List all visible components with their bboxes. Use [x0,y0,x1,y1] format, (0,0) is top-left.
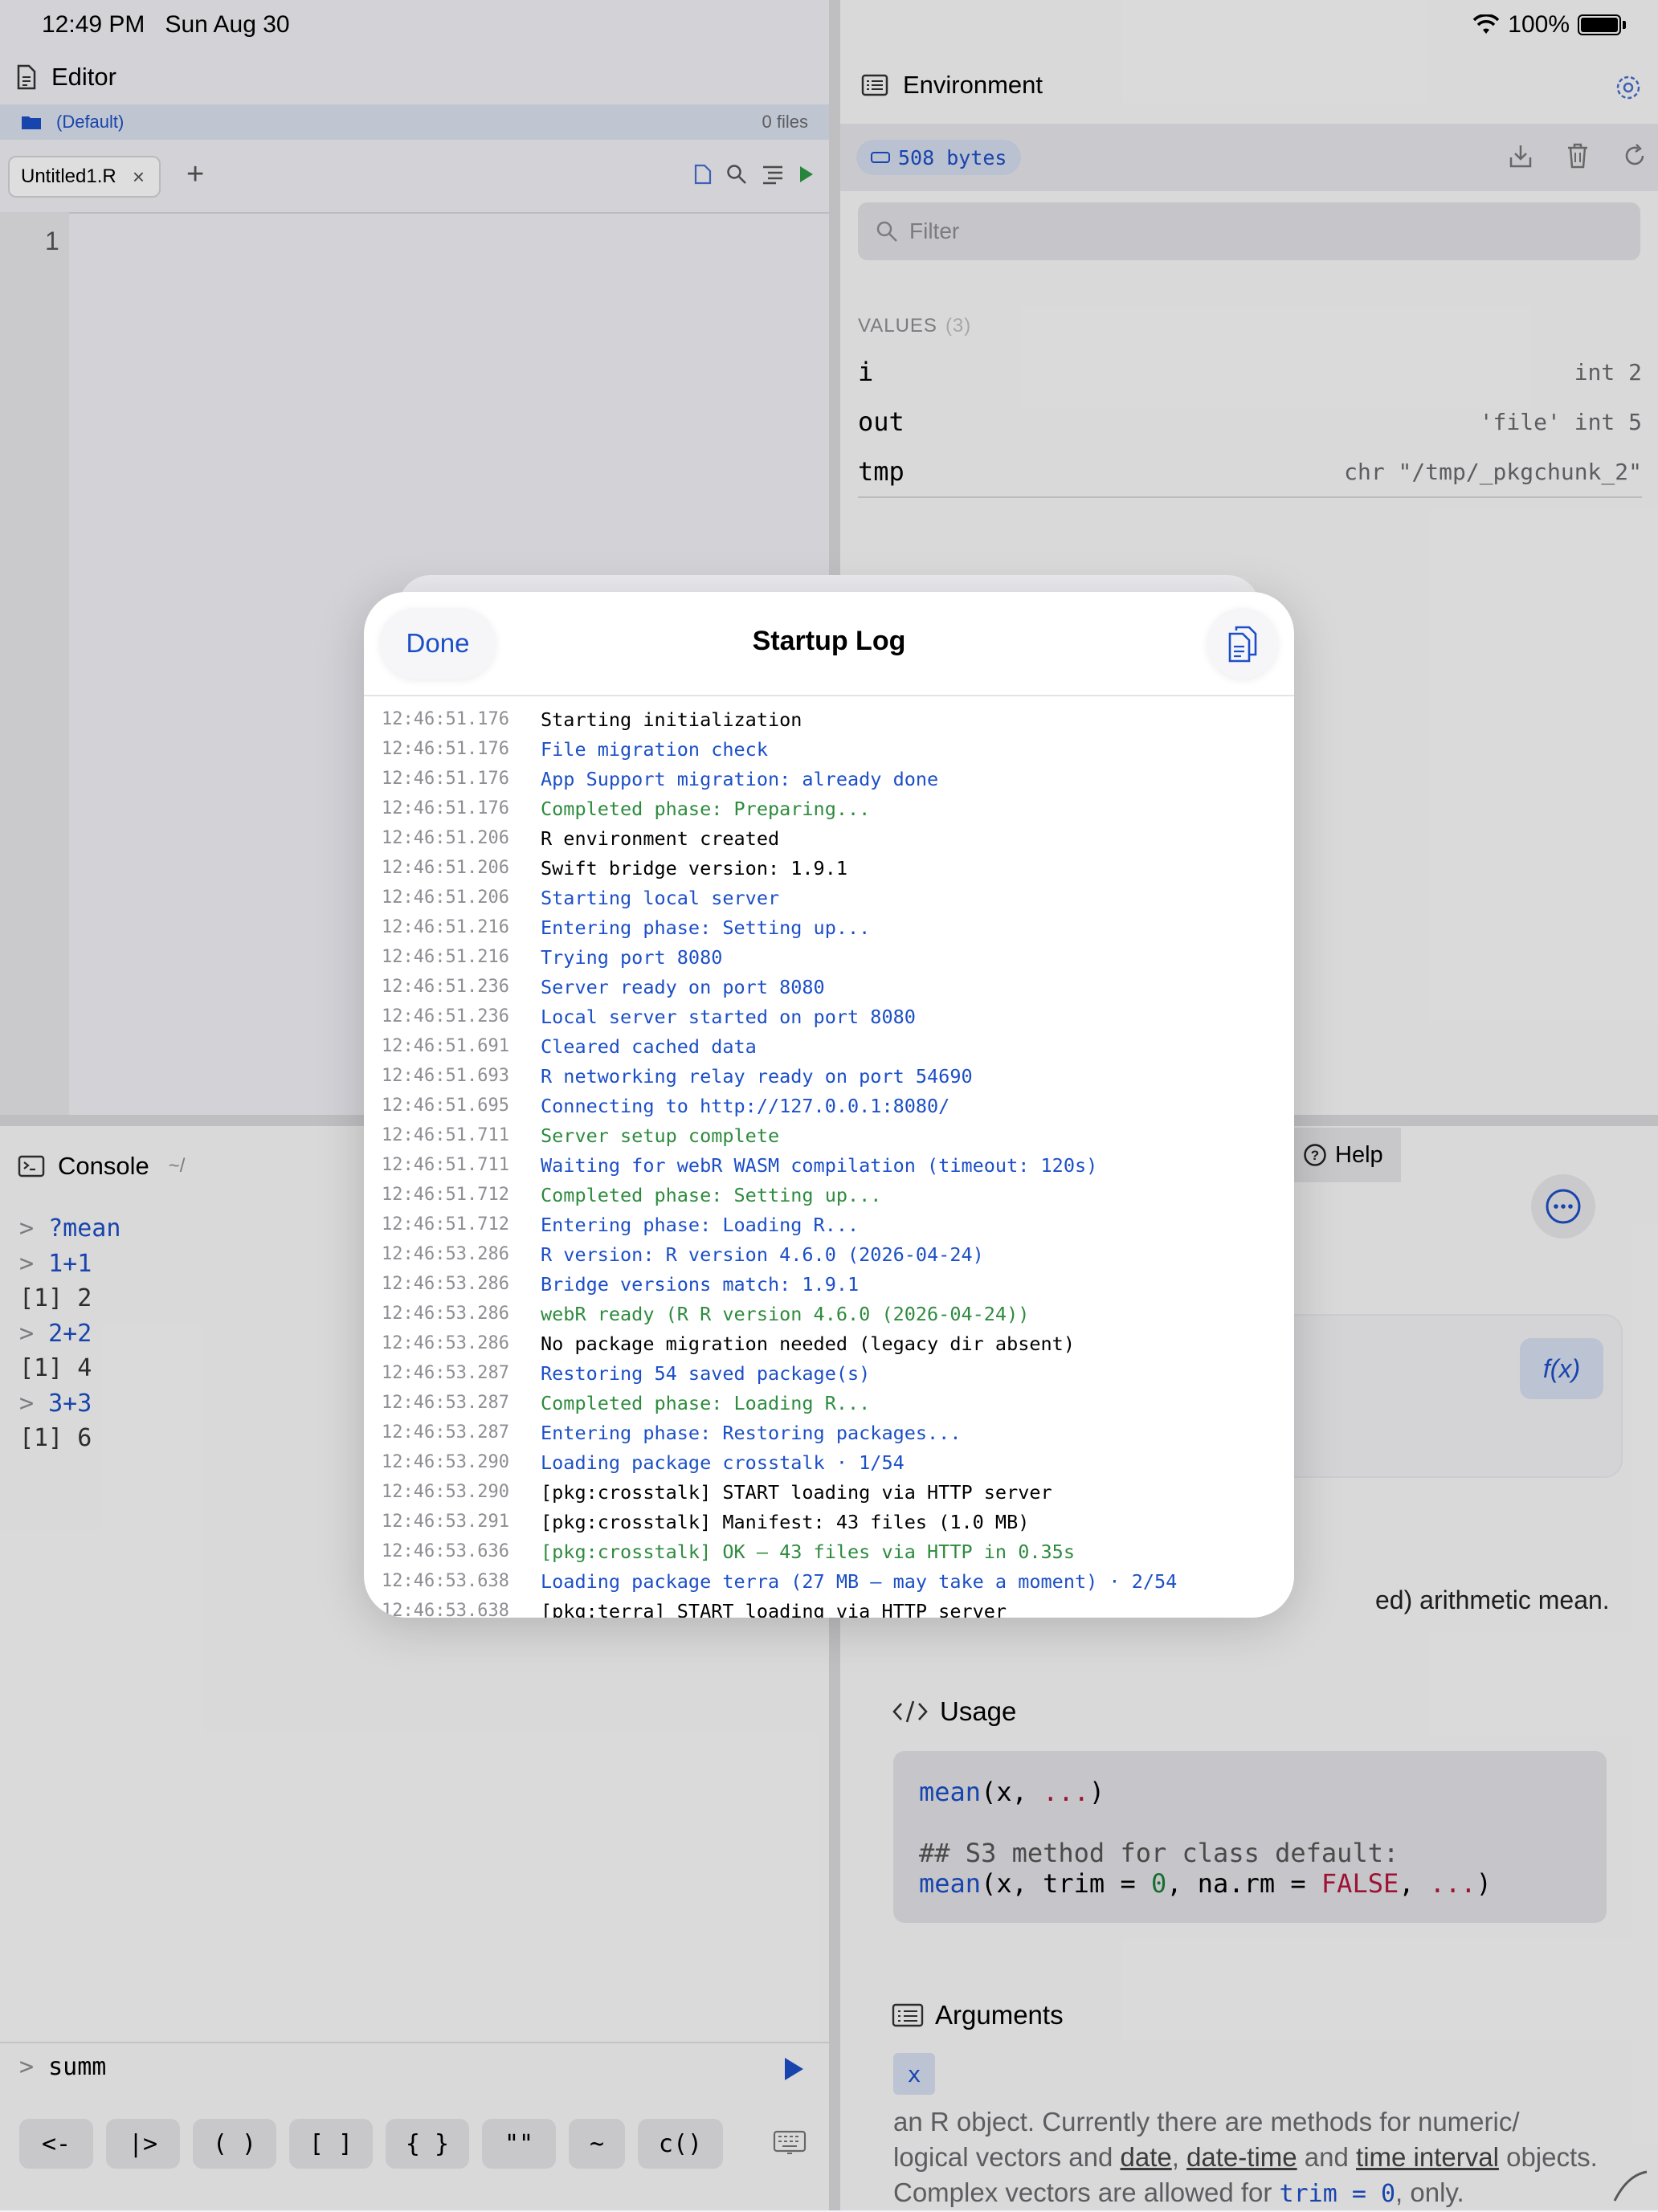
log-message: Server ready on port 8080 [541,975,825,998]
log-row: 12:46:51.216 Trying port 8080 [364,942,1294,972]
log-message: Server setup complete [541,1124,780,1147]
log-timestamp: 12:46:51.712 [382,1185,509,1205]
log-row: 12:46:53.287 Completed phase: Loading R..… [364,1388,1294,1418]
log-message: Starting local server [541,886,780,909]
log-row: 12:46:53.291 [pkg:crosstalk] Manifest: 43… [364,1507,1294,1537]
log-row: 12:46:53.638 [pkg:terra] START loading vi… [364,1596,1294,1618]
log-timestamp: 12:46:51.176 [382,739,509,759]
log-timestamp: 12:46:51.693 [382,1066,509,1086]
log-message: Starting initialization [541,708,802,731]
log-message: No package migration needed (legacy dir … [541,1332,1075,1355]
log-message: Connecting to http://127.0.0.1:8080/ [541,1094,950,1117]
log-row: 12:46:51.695 Connecting to http://127.0.0… [364,1091,1294,1120]
log-timestamp: 12:46:51.176 [382,769,509,789]
log-row: 12:46:53.290 Loading package crosstalk · … [364,1447,1294,1477]
log-row: 12:46:51.693 R networking relay ready on … [364,1061,1294,1091]
log-row: 12:46:51.712 Entering phase: Loading R... [364,1210,1294,1239]
log-timestamp: 12:46:53.638 [382,1601,509,1618]
startup-log-sheet: Done Startup Log 12:46:51.176 Starting in… [364,592,1294,1618]
log-row: 12:46:51.711 Waiting for webR WASM compil… [364,1150,1294,1180]
log-timestamp: 12:46:51.206 [382,858,509,878]
log-list: 12:46:51.176 Starting initialization 12:46… [364,704,1294,1618]
log-message: Entering phase: Restoring packages... [541,1421,962,1444]
log-row: 12:46:53.287 Entering phase: Restoring pa… [364,1418,1294,1447]
log-row: 12:46:51.712 Completed phase: Setting up.… [364,1180,1294,1210]
log-message: R version: R version 4.6.0 (2026-04-24) [541,1243,984,1266]
copy-icon [1227,624,1259,663]
log-message: Completed phase: Loading R... [541,1391,871,1414]
log-timestamp: 12:46:53.286 [382,1333,509,1353]
log-timestamp: 12:46:51.176 [382,709,509,729]
log-row: 12:46:53.286 No package migration needed … [364,1328,1294,1358]
log-row: 12:46:51.236 Server ready on port 8080 [364,972,1294,1002]
log-timestamp: 12:46:53.638 [382,1571,509,1591]
log-message: [pkg:terra] START loading via HTTP serve… [541,1599,1007,1618]
log-row: 12:46:53.287 Restoring 54 saved package(s… [364,1358,1294,1388]
log-message: Restoring 54 saved package(s) [541,1361,871,1385]
log-message: Cleared cached data [541,1035,757,1058]
log-timestamp: 12:46:53.286 [382,1304,509,1324]
log-message: Entering phase: Setting up... [541,916,871,939]
log-row: 12:46:51.176 Completed phase: Preparing..… [364,794,1294,823]
copy-button[interactable] [1207,608,1278,679]
log-message: Bridge versions match: 1.9.1 [541,1272,860,1296]
log-timestamp: 12:46:51.216 [382,947,509,967]
log-message: webR ready (R R version 4.6.0 (2026-04-2… [541,1302,1030,1325]
log-timestamp: 12:46:53.286 [382,1274,509,1294]
log-message: [pkg:crosstalk] START loading via HTTP s… [541,1480,1052,1504]
log-message: [pkg:crosstalk] Manifest: 43 files (1.0 … [541,1510,1030,1533]
log-row: 12:46:51.206 Starting local server [364,883,1294,912]
log-row: 12:46:53.286 Bridge versions match: 1.9.1 [364,1269,1294,1299]
log-message: Entering phase: Loading R... [541,1213,860,1236]
log-timestamp: 12:46:51.206 [382,828,509,848]
log-message: [pkg:crosstalk] OK — 43 files via HTTP i… [541,1540,1075,1563]
log-timestamp: 12:46:51.695 [382,1096,509,1116]
log-row: 12:46:51.176 File migration check [364,734,1294,764]
log-timestamp: 12:46:53.287 [382,1422,509,1443]
log-timestamp: 12:46:51.236 [382,977,509,997]
log-timestamp: 12:46:53.287 [382,1393,509,1413]
log-row: 12:46:53.638 Loading package terra (27 MB… [364,1566,1294,1596]
log-row: 12:46:53.290 [pkg:crosstalk] START loadin… [364,1477,1294,1507]
log-timestamp: 12:46:53.290 [382,1452,509,1472]
log-timestamp: 12:46:51.236 [382,1006,509,1026]
log-message: R environment created [541,826,780,850]
log-row: 12:46:51.206 Swift bridge version: 1.9.1 [364,853,1294,883]
log-message: Trying port 8080 [541,945,723,969]
log-row: 12:46:51.236 Local server started on port… [364,1002,1294,1031]
log-timestamp: 12:46:51.176 [382,798,509,818]
log-message: App Support migration: already done [541,767,939,790]
log-timestamp: 12:46:51.206 [382,888,509,908]
log-row: 12:46:51.206 R environment created [364,823,1294,853]
log-timestamp: 12:46:53.286 [382,1244,509,1264]
log-message: Completed phase: Preparing... [541,797,871,820]
log-message: Completed phase: Setting up... [541,1183,882,1206]
log-message: Waiting for webR WASM compilation (timeo… [541,1153,1098,1177]
log-row: 12:46:53.286 R version: R version 4.6.0 (… [364,1239,1294,1269]
log-row: 12:46:51.691 Cleared cached data [364,1031,1294,1061]
log-row: 12:46:53.286 webR ready (R R version 4.6.… [364,1299,1294,1328]
sheet-header: Done Startup Log [364,592,1294,696]
log-row: 12:46:51.176 App Support migration: alrea… [364,764,1294,794]
log-row: 12:46:53.636 [pkg:crosstalk] OK — 43 file… [364,1537,1294,1566]
log-row: 12:46:51.711 Server setup complete [364,1120,1294,1150]
log-timestamp: 12:46:53.287 [382,1363,509,1383]
log-message: Local server started on port 8080 [541,1005,916,1028]
log-message: R networking relay ready on port 54690 [541,1064,973,1088]
log-timestamp: 12:46:51.691 [382,1036,509,1056]
log-timestamp: 12:46:51.711 [382,1155,509,1175]
log-timestamp: 12:46:51.712 [382,1214,509,1235]
log-row: 12:46:51.176 Starting initialization [364,704,1294,734]
log-timestamp: 12:46:53.291 [382,1512,509,1532]
log-timestamp: 12:46:53.290 [382,1482,509,1502]
log-message: Loading package terra (27 MB — may take … [541,1569,1178,1593]
log-message: File migration check [541,737,768,761]
log-message: Swift bridge version: 1.9.1 [541,856,848,879]
log-row: 12:46:51.216 Entering phase: Setting up..… [364,912,1294,942]
log-timestamp: 12:46:53.636 [382,1541,509,1561]
log-message: Loading package crosstalk · 1/54 [541,1451,905,1474]
log-timestamp: 12:46:51.711 [382,1125,509,1145]
sheet-title: Startup Log [752,626,906,656]
log-timestamp: 12:46:51.216 [382,917,509,937]
